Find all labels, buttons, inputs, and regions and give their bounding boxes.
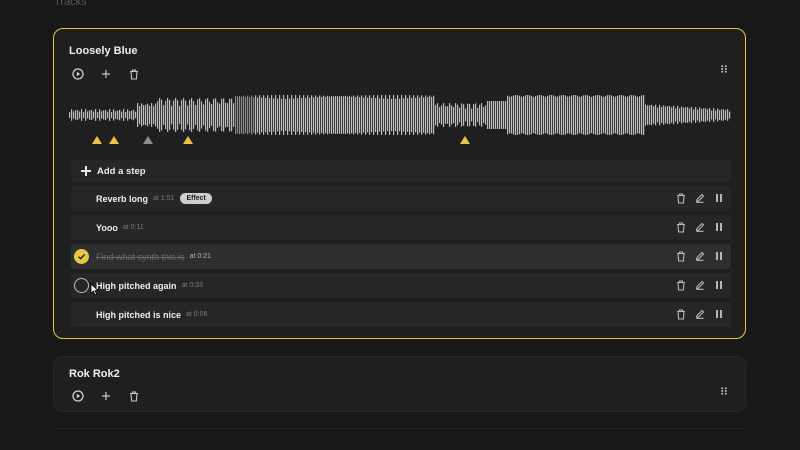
trash-icon[interactable] — [127, 389, 141, 403]
track-card[interactable]: Loosely Blue Add a step Reverb long at 1:… — [53, 28, 746, 339]
edit-icon[interactable] — [694, 192, 706, 204]
step-row[interactable]: Yooo at 0:11 — [71, 215, 731, 240]
step-time: at 0:11 — [122, 224, 144, 231]
step-name: Find what synth this is — [96, 251, 185, 262]
pause-icon[interactable] — [713, 308, 725, 320]
step-marker[interactable] — [182, 136, 193, 144]
step-row[interactable]: Find what synth this is at 0:21 — [71, 244, 731, 269]
step-list: Add a step Reverb long at 1:51 Effect Yooo… — [71, 160, 731, 331]
edit-icon[interactable] — [694, 250, 706, 262]
step-name: Yooo — [96, 222, 118, 233]
edit-icon[interactable] — [694, 221, 706, 233]
pause-icon[interactable] — [713, 221, 725, 233]
plus-icon — [81, 166, 91, 176]
track-toolbar — [71, 67, 155, 81]
waveform[interactable] — [69, 89, 731, 141]
trash-icon[interactable] — [675, 250, 687, 262]
step-marker[interactable] — [460, 136, 471, 144]
step-actions — [668, 279, 725, 291]
trash-icon[interactable] — [675, 308, 687, 320]
drag-handle-icon[interactable] — [721, 60, 727, 78]
step-marker[interactable] — [92, 136, 103, 144]
drag-handle-icon[interactable] — [721, 382, 727, 400]
step-actions — [668, 250, 725, 262]
step-actions — [668, 221, 725, 233]
track-toolbar — [71, 389, 155, 403]
mouse-cursor-icon — [90, 283, 99, 296]
section-title: Tracks — [54, 0, 87, 8]
track-title: Rok Rok2 — [69, 368, 120, 380]
play-icon[interactable] — [71, 67, 85, 81]
step-marker[interactable] — [143, 136, 154, 144]
step-row[interactable]: High pitched again at 0:33 — [71, 273, 731, 298]
pause-icon[interactable] — [713, 279, 725, 291]
track-card[interactable]: Rok Rok2 — [53, 356, 746, 412]
divider — [53, 428, 746, 429]
step-badge: Effect — [180, 193, 212, 204]
add-step-button[interactable]: Add a step — [71, 160, 731, 182]
step-time: at 1:51 — [153, 195, 175, 202]
step-time: at 0:21 — [189, 253, 211, 260]
trash-icon[interactable] — [675, 279, 687, 291]
trash-icon[interactable] — [675, 221, 687, 233]
add-step-label: Add a step — [97, 165, 146, 177]
pause-icon[interactable] — [713, 250, 725, 262]
edit-icon[interactable] — [694, 308, 706, 320]
step-time: at 0:06 — [186, 311, 208, 318]
checkbox-icon[interactable] — [74, 278, 89, 293]
step-marker[interactable] — [109, 136, 120, 144]
pause-icon[interactable] — [713, 192, 725, 204]
step-name: High pitched again — [96, 280, 177, 291]
step-actions — [668, 308, 725, 320]
edit-icon[interactable] — [694, 279, 706, 291]
step-time: at 0:33 — [181, 282, 203, 289]
step-actions — [668, 192, 725, 204]
step-row[interactable]: High pitched is nice at 0:06 — [71, 302, 731, 327]
step-name: High pitched is nice — [96, 309, 182, 320]
trash-icon[interactable] — [675, 192, 687, 204]
step-name: Reverb long — [96, 193, 149, 204]
checkbox-checked-icon[interactable] — [74, 249, 89, 264]
track-title: Loosely Blue — [69, 45, 138, 57]
trash-icon[interactable] — [127, 67, 141, 81]
play-icon[interactable] — [71, 389, 85, 403]
step-row[interactable]: Reverb long at 1:51 Effect — [71, 186, 731, 211]
add-icon[interactable] — [99, 389, 113, 403]
add-icon[interactable] — [99, 67, 113, 81]
